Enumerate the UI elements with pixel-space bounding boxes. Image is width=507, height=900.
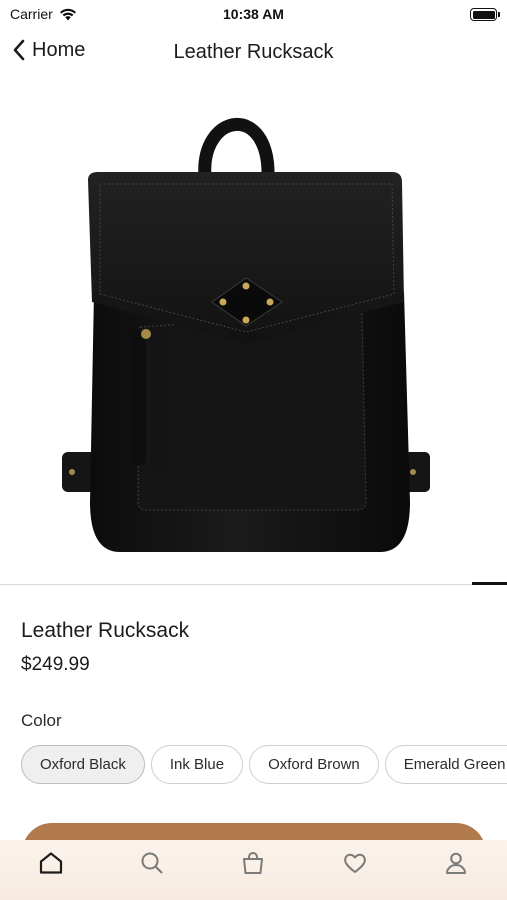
navigation-bar: Home Leather Rucksack <box>0 30 507 76</box>
shopping-bag-icon <box>243 852 264 874</box>
status-time: 10:38 AM <box>223 6 284 22</box>
color-option-oxford-brown[interactable]: Oxford Brown <box>249 745 379 784</box>
status-bar: Carrier 10:38 AM <box>0 0 507 28</box>
tab-profile[interactable] <box>434 850 478 894</box>
home-icon <box>39 852 62 874</box>
color-option-ink-blue[interactable]: Ink Blue <box>150 745 244 784</box>
color-option-oxford-black[interactable]: Oxford Black <box>21 745 145 784</box>
tab-cart[interactable] <box>231 850 275 894</box>
tab-bar <box>0 840 507 900</box>
search-icon <box>141 852 163 874</box>
color-options: Oxford Black Ink Blue Oxford Brown Emera… <box>21 745 507 784</box>
product-image <box>62 118 430 552</box>
tab-favorites[interactable] <box>333 850 377 894</box>
color-option-emerald-green[interactable]: Emerald Green <box>384 745 507 784</box>
product-name: Leather Rucksack <box>21 619 190 642</box>
product-image-carousel[interactable] <box>0 92 507 572</box>
image-page-indicator <box>472 582 507 585</box>
color-section-label: Color <box>21 711 62 730</box>
battery-icon <box>470 8 500 21</box>
tab-search[interactable] <box>130 850 174 894</box>
heart-icon <box>344 853 366 873</box>
image-divider <box>0 584 507 585</box>
tab-home[interactable] <box>29 850 73 894</box>
profile-icon <box>446 852 467 874</box>
product-price: $249.99 <box>21 654 90 675</box>
page-title: Leather Rucksack <box>173 41 334 63</box>
